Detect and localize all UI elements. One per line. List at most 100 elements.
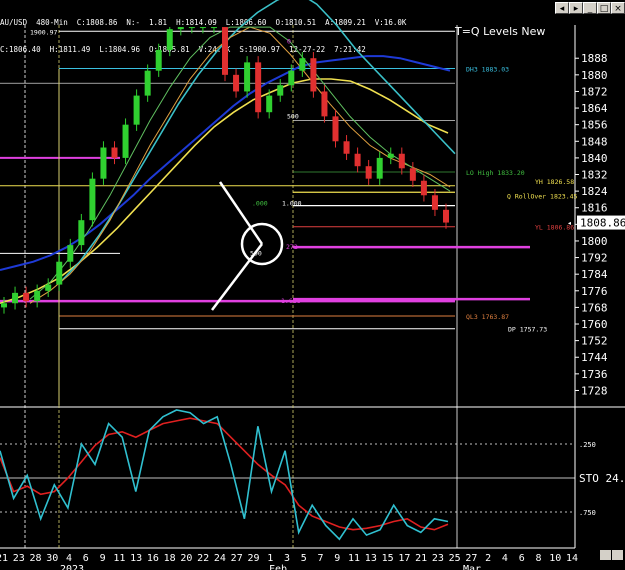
y-tick-label-18: 1744	[581, 351, 608, 364]
x-tick-label-6: 9	[100, 553, 106, 564]
x-tick-label-7: 11	[113, 553, 125, 564]
candle-body-21	[233, 74, 240, 92]
y-tick-label-19: 1736	[581, 368, 608, 381]
x-tick-label-17: 3	[284, 553, 290, 564]
osc-level-label-1: .750	[579, 509, 596, 517]
x-tick-label-4: 4	[66, 553, 72, 564]
candle-body-24	[266, 95, 273, 113]
x-tick-label-1: 23	[13, 553, 25, 564]
x-tick-label-8: 13	[130, 553, 142, 564]
candle-body-32	[354, 153, 361, 167]
x-tick-label-31: 6	[519, 553, 525, 564]
scroll-right-arrow	[612, 550, 623, 560]
level-label-3: YH 1826.58	[535, 178, 574, 186]
level-label-2: LO High 1833.20	[466, 169, 525, 177]
x-tick-label-32: 8	[535, 553, 541, 564]
candle-body-5	[56, 261, 63, 285]
y-tick-label-13: 1784	[581, 268, 608, 281]
candle-body-17	[188, 27, 195, 29]
x-period-label-0: 2023	[60, 564, 84, 570]
osc-value-label: STO 24.	[579, 472, 625, 485]
x-tick-label-15: 29	[247, 553, 259, 564]
y-tick-label-9: 1816	[581, 202, 608, 215]
candle-body-22	[244, 62, 251, 92]
last-price-pointer: ◂	[567, 219, 572, 228]
x-tick-label-12: 22	[197, 553, 209, 564]
level-label-1: DH3 1883.03	[466, 66, 509, 74]
candle-body-36	[398, 153, 405, 169]
candle-body-14	[155, 49, 162, 71]
x-period-label-1: Feb	[269, 564, 287, 570]
fib-label-1: 500	[287, 112, 299, 120]
y-tick-label-8: 1824	[581, 185, 608, 198]
x-tick-label-23: 15	[382, 553, 394, 564]
x-tick-label-16: 1	[267, 553, 273, 564]
x-tick-label-34: 14	[566, 553, 578, 564]
y-tick-label-5: 1848	[581, 135, 608, 148]
x-tick-label-26: 23	[432, 553, 444, 564]
candle-body-18	[199, 27, 206, 29]
x-tick-label-10: 18	[164, 553, 176, 564]
chart-title: T=Q Levels New	[454, 25, 545, 38]
extra-ma-1	[29, 26, 451, 300]
x-tick-label-21: 11	[348, 553, 360, 564]
candle-body-35	[387, 153, 394, 158]
y-tick-label-7: 1832	[581, 169, 608, 182]
candle-body-10	[111, 147, 118, 158]
y-tick-label-20: 1728	[581, 384, 608, 397]
y-tick-label-0: 1888	[581, 52, 608, 65]
x-tick-label-2: 28	[30, 553, 42, 564]
candle-body-23	[255, 62, 262, 113]
chart-canvas: 1900.97 DH3 1883.03 LO High 1833.20 YH 1826…	[0, 0, 625, 570]
time-axis: 2123283046911131618202224272913579111315…	[0, 550, 623, 570]
osc-level-label-0: .250	[579, 441, 596, 449]
candle-body-3	[34, 290, 41, 302]
osc-d-line	[0, 417, 449, 531]
fib-label-2: 1.000	[282, 200, 302, 208]
x-tick-label-22: 13	[365, 553, 377, 564]
candle-body-31	[343, 141, 350, 154]
candle-body-33	[365, 166, 372, 179]
x-tick-label-20: 9	[334, 553, 340, 564]
x-tick-label-5: 6	[83, 553, 89, 564]
candle-body-29	[321, 91, 328, 117]
candle-body-40	[443, 209, 449, 223]
x-period-label-2: Mar	[463, 564, 481, 570]
chart-window: AU/USD 480-Min C:1808.86 N:- 1.81 H:1814…	[0, 0, 625, 570]
candle-body-38	[420, 180, 427, 196]
drawn-stroke-1	[218, 181, 264, 245]
candle-body-11	[122, 124, 129, 158]
x-tick-label-29: 2	[485, 553, 491, 564]
candle-body-15	[166, 29, 173, 50]
fib-label-4: 500	[250, 249, 262, 257]
fib-label-6: 1.618	[281, 297, 301, 305]
y-tick-label-12: 1792	[581, 252, 608, 265]
level-label-6: QL3 1763.87	[466, 313, 509, 321]
candle-body-2	[23, 292, 30, 302]
candle-body-28	[310, 58, 317, 92]
candle-body-8	[89, 178, 96, 221]
candle-body-16	[177, 27, 184, 30]
level-label-0: 1900.97	[30, 28, 57, 36]
level-lines	[0, 30, 530, 405]
level-label-4: Q RollOver 1823.45	[507, 192, 578, 200]
x-tick-label-27: 25	[449, 553, 461, 564]
x-tick-label-3: 30	[46, 553, 58, 564]
fib-label-5: 272	[286, 243, 298, 251]
y-tick-label-14: 1776	[581, 285, 608, 298]
x-tick-label-13: 24	[214, 553, 226, 564]
level-label-7: DP 1757.73	[508, 326, 547, 334]
x-tick-label-11: 20	[180, 553, 192, 564]
stochastic-panel: .250 .750 STO 24.	[0, 409, 625, 541]
candle-body-27	[299, 58, 306, 71]
y-tick-label-11: 1800	[581, 235, 608, 248]
candle-body-7	[78, 220, 85, 246]
fib-label-0: 0	[287, 38, 291, 46]
drawing-tools	[211, 181, 284, 311]
x-tick-label-33: 10	[549, 553, 561, 564]
x-tick-label-14: 27	[231, 553, 243, 564]
price-axis: 1888 1880 1872 1864 1856 1848 1840 1832 1824 1816…	[567, 52, 625, 397]
candle-body-25	[277, 85, 284, 96]
scroll-left-arrow	[600, 550, 611, 560]
y-tick-label-3: 1864	[581, 102, 608, 115]
